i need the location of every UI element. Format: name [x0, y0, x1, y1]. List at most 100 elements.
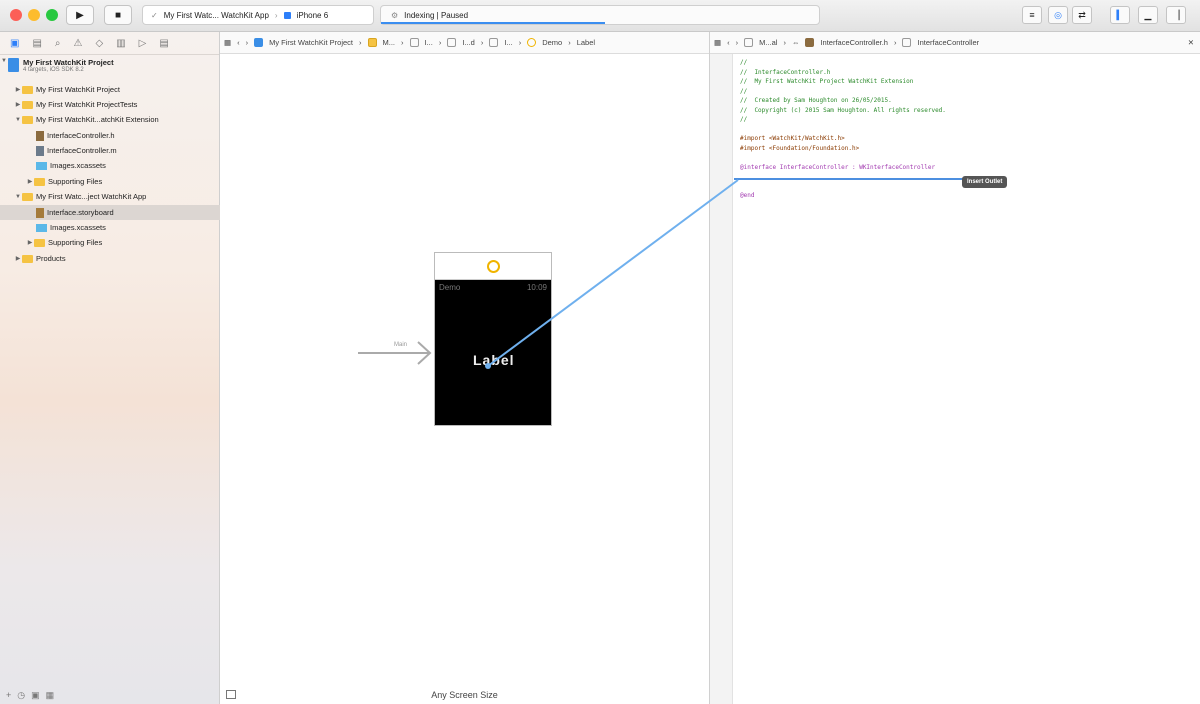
tree-item-group[interactable]: ▼ My First WatchKit...atchKit Extension: [0, 112, 233, 127]
assistant-editor-button[interactable]: ◎: [1048, 6, 1068, 24]
interface-controller-scene[interactable]: Demo 10:09 Label: [434, 252, 552, 426]
breadcrumb-item[interactable]: InterfaceController: [917, 38, 979, 47]
breadcrumb-item[interactable]: I...d: [462, 38, 475, 47]
tree-item-group[interactable]: ▶ Supporting Files: [0, 174, 245, 189]
assistant-editor[interactable]: ▦ ‹ › M...al › ⇔ InterfaceController.h ›…: [710, 32, 1200, 704]
disclosure-open-icon: ▼: [1, 58, 7, 64]
grid-icon[interactable]: ▦: [714, 38, 721, 47]
tree-item-label: Images.xcassets: [50, 161, 106, 170]
breadcrumb-item[interactable]: Demo: [542, 38, 562, 47]
breadcrumb-item[interactable]: I...: [504, 38, 512, 47]
tree-item-label: Supporting Files: [48, 177, 103, 186]
tree-item-file[interactable]: Images.xcassets: [0, 158, 255, 173]
chevron-right-icon: ›: [783, 38, 786, 47]
code-line: @interface InterfaceController : WKInter…: [740, 163, 936, 171]
scheme-selector[interactable]: ✓ My First Watc... WatchKit App › iPhone…: [142, 5, 374, 25]
code-line: @end: [740, 192, 755, 199]
toggle-debug-area-button[interactable]: ▁: [1138, 6, 1158, 24]
indexing-progress-bar: [381, 22, 605, 24]
scm-status-icon[interactable]: ▣: [31, 690, 40, 701]
chevron-right-icon: ›: [480, 38, 484, 47]
zoom-window-button[interactable]: [46, 9, 58, 21]
symbol-icon[interactable]: ▤: [32, 38, 41, 49]
interface-builder-canvas[interactable]: ▦ ‹ › My First WatchKit Project › M... ›…: [220, 32, 710, 704]
scene-icon: [489, 38, 499, 47]
code-line: //: [740, 59, 748, 66]
tree-item-label: My First WatchKit Project: [36, 85, 120, 94]
toggle-utilities-button[interactable]: ▕: [1166, 6, 1186, 24]
tree-item-group[interactable]: ▶ My First WatchKit Project: [0, 82, 233, 97]
folder-icon: [22, 254, 33, 263]
warning-icon[interactable]: ⚠: [74, 38, 83, 49]
watch-title: Demo: [439, 283, 461, 292]
breadcrumb-item[interactable]: My First WatchKit Project: [269, 38, 353, 47]
version-editor-button[interactable]: ⇄: [1072, 6, 1092, 24]
project-subtitle: 4 targets, iOS SDK 8.2: [23, 67, 84, 73]
related-items-icon[interactable]: ⇔: [792, 38, 800, 47]
back-icon[interactable]: ‹: [727, 38, 730, 47]
breadcrumb-item[interactable]: Label: [577, 38, 595, 47]
search-icon[interactable]: ⌕: [55, 38, 61, 49]
stop-button[interactable]: ■: [104, 5, 132, 25]
disclosure-open-icon: ▼: [15, 193, 21, 200]
tree-item-group[interactable]: ▶ Supporting Files: [0, 235, 245, 250]
stop-icon: ■: [114, 9, 122, 21]
project-icon: [254, 38, 264, 47]
line-gutter: [710, 54, 733, 704]
forward-icon[interactable]: ›: [246, 38, 249, 47]
watch-screen[interactable]: Demo 10:09 Label: [435, 280, 551, 425]
toggle-navigator-button[interactable]: ▍: [1110, 6, 1130, 24]
log-icon[interactable]: ▤: [159, 38, 168, 49]
standard-editor-button[interactable]: ≡: [1022, 6, 1042, 24]
project-root[interactable]: ▼ My First WatchKit Project 4 targets, i…: [0, 56, 219, 82]
disclosure-closed-icon: ▶: [15, 87, 21, 93]
tree-item-group[interactable]: ▶ My First WatchKit ProjectTests: [0, 97, 233, 112]
run-button[interactable]: ▶: [66, 5, 94, 25]
disclosure-open-icon: ▼: [15, 116, 21, 123]
tree-item-label: InterfaceController.h: [47, 131, 115, 140]
disclosure-closed-icon: ▶: [15, 256, 21, 262]
breadcrumb-item[interactable]: M...al: [759, 38, 777, 47]
play-icon: ▶: [76, 9, 84, 21]
add-icon[interactable]: +: [6, 690, 11, 700]
back-icon[interactable]: ‹: [237, 38, 240, 47]
tree-item-file[interactable]: InterfaceController.m: [0, 143, 255, 158]
size-class-control[interactable]: Any Screen Size: [431, 690, 498, 700]
label-element[interactable]: Label: [473, 352, 515, 368]
code-line: //: [740, 116, 748, 123]
test-icon[interactable]: ◇: [95, 38, 103, 49]
disclosure-closed-icon: ▶: [15, 102, 21, 108]
tree-item-file-selected[interactable]: Interface.storyboard: [0, 205, 255, 220]
breadcrumb-item[interactable]: InterfaceController.h: [820, 38, 888, 47]
folder-icon: [22, 100, 33, 109]
tree-item-label: InterfaceController.m: [47, 146, 117, 155]
tree-item-group[interactable]: ▶ Products: [0, 251, 233, 266]
folder-icon: [22, 85, 33, 94]
filter-icon[interactable]: ▦: [46, 690, 55, 701]
code-line: // My First WatchKit Project WatchKit Ex…: [740, 78, 914, 85]
tree-item-file[interactable]: Images.xcassets: [0, 220, 255, 235]
tree-item-label: My First WatchKit ProjectTests: [36, 100, 138, 109]
activity-viewer: ⚙ Indexing | Paused: [380, 5, 820, 25]
breadcrumb-item[interactable]: M...: [383, 38, 396, 47]
grid-icon[interactable]: ▦: [224, 38, 231, 47]
assistant-rings-icon: ◎: [1054, 9, 1062, 20]
folder-icon[interactable]: ▣: [10, 38, 19, 49]
tree-item-group[interactable]: ▼ My First Watc...ject WatchKit App: [0, 189, 233, 204]
close-window-button[interactable]: [10, 9, 22, 21]
recent-files-icon[interactable]: ◷: [17, 690, 25, 701]
version-arrows-icon: ⇄: [1078, 9, 1086, 20]
chevron-right-icon: ›: [438, 38, 442, 47]
document-outline-toggle-icon[interactable]: [226, 690, 236, 699]
device-icon: [283, 11, 291, 19]
folder-icon: [22, 115, 33, 124]
interface-controller-icon[interactable]: [486, 259, 500, 273]
breadcrumb-item[interactable]: I...: [425, 38, 433, 47]
minimize-window-button[interactable]: [28, 9, 40, 21]
debug-icon[interactable]: ▥: [116, 38, 125, 49]
forward-icon[interactable]: ›: [736, 38, 739, 47]
tree-item-file[interactable]: InterfaceController.h: [0, 128, 255, 143]
breakpoint-icon[interactable]: ▷: [139, 38, 147, 49]
scheme-target: My First Watc... WatchKit App: [163, 10, 269, 20]
close-icon[interactable]: ✕: [1188, 38, 1194, 47]
